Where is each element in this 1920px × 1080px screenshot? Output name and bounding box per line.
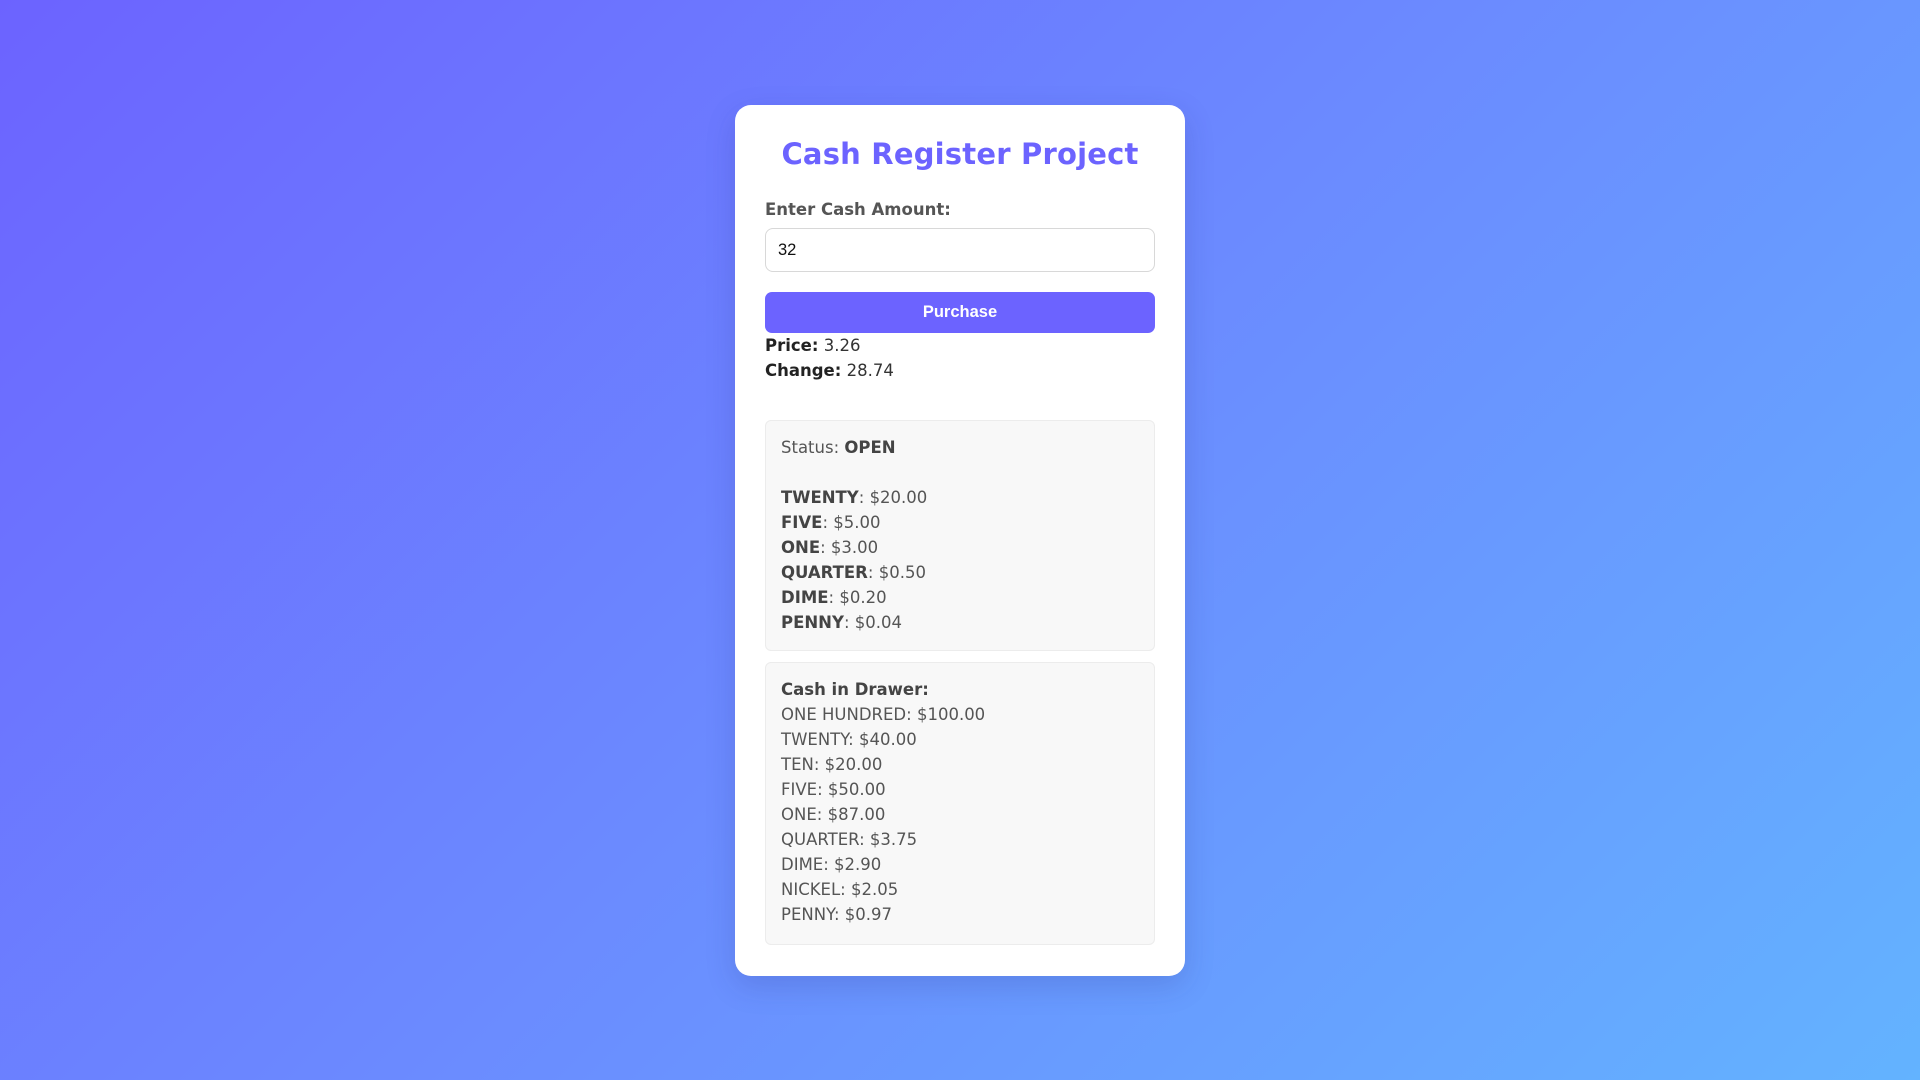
change-amount: $0.50	[878, 563, 926, 582]
change-amount: $20.00	[869, 488, 928, 507]
cash-amount-label: Enter Cash Amount:	[765, 200, 951, 219]
status-line: Status: OPEN	[781, 435, 1139, 460]
change-row-five: FIVE: $5.00	[781, 513, 881, 532]
change-denomination: QUARTER	[781, 563, 868, 582]
change-due-panel: Status: OPEN TWENTY: $20.00 FIVE: $5.00 …	[765, 420, 1155, 651]
drawer-row-one: ONE: $87.00	[781, 805, 886, 824]
drawer-title: Cash in Drawer:	[781, 677, 1139, 702]
price-line: Price: 3.26	[765, 333, 1155, 358]
drawer-denomination: DIME	[781, 855, 824, 874]
status-value: OPEN	[844, 438, 896, 457]
change-amount: $5.00	[833, 513, 881, 532]
drawer-amount: $3.75	[869, 830, 918, 849]
drawer-denomination: PENNY	[781, 905, 834, 924]
cash-in-drawer-panel: Cash in Drawer: ONE HUNDRED: $100.00 TWE…	[765, 662, 1155, 945]
change-amount: $3.00	[830, 538, 879, 557]
page-title: Cash Register Project	[781, 137, 1139, 171]
drawer-denomination: ONE	[781, 805, 817, 824]
change-denomination: TWENTY	[781, 488, 859, 507]
drawer-denomination: QUARTER	[781, 830, 860, 849]
drawer-title-text: Cash in Drawer:	[781, 680, 929, 699]
change-amount: $0.04	[854, 613, 902, 632]
drawer-denomination: TEN	[781, 755, 814, 774]
change-row-dime: DIME: $0.20	[781, 588, 887, 607]
drawer-row-ten: TEN: $20.00	[781, 755, 883, 774]
change-row-twenty: TWENTY: $20.00	[781, 488, 928, 507]
drawer-amount: $40.00	[858, 730, 917, 749]
cash-amount-input[interactable]	[765, 228, 1155, 272]
status-label: Status:	[781, 438, 840, 457]
purchase-button[interactable]: Purchase	[765, 292, 1155, 333]
drawer-amount: $2.05	[850, 880, 899, 899]
cash-register-card: Cash Register Project Enter Cash Amount:…	[735, 105, 1185, 976]
change-denomination: PENNY	[781, 613, 844, 632]
change-row-penny: PENNY: $0.04	[781, 613, 902, 632]
drawer-row-five: FIVE: $50.00	[781, 780, 886, 799]
drawer-amount: $2.90	[834, 855, 882, 874]
change-denomination: FIVE	[781, 513, 823, 532]
change-line: Change: 28.74	[765, 358, 1155, 383]
drawer-row-twenty: TWENTY: $40.00	[781, 730, 917, 749]
drawer-amount: $20.00	[824, 755, 883, 774]
drawer-row-dime: DIME: $2.90	[781, 855, 882, 874]
drawer-denomination: TWENTY	[781, 730, 849, 749]
change-row-quarter: QUARTER: $0.50	[781, 563, 926, 582]
drawer-denomination: NICKEL	[781, 880, 841, 899]
drawer-denomination: FIVE	[781, 780, 818, 799]
change-value: 28.74	[846, 361, 894, 380]
price-value: 3.26	[823, 336, 861, 355]
drawer-amount: $87.00	[827, 805, 886, 824]
change-amount: $0.20	[839, 588, 887, 607]
drawer-amount: $100.00	[916, 705, 986, 724]
drawer-row-one-hundred: ONE HUNDRED: $100.00	[781, 705, 986, 724]
drawer-row-nickel: NICKEL: $2.05	[781, 880, 899, 899]
drawer-denomination: ONE HUNDRED	[781, 705, 907, 724]
change-label: Change:	[765, 361, 842, 380]
change-row-one: ONE: $3.00	[781, 538, 879, 557]
drawer-amount: $50.00	[827, 780, 886, 799]
price-label: Price:	[765, 336, 819, 355]
drawer-amount: $0.97	[844, 905, 893, 924]
drawer-row-penny: PENNY: $0.97	[781, 905, 893, 924]
change-denomination: DIME	[781, 588, 829, 607]
drawer-row-quarter: QUARTER: $3.75	[781, 830, 918, 849]
change-denomination: ONE	[781, 538, 821, 557]
